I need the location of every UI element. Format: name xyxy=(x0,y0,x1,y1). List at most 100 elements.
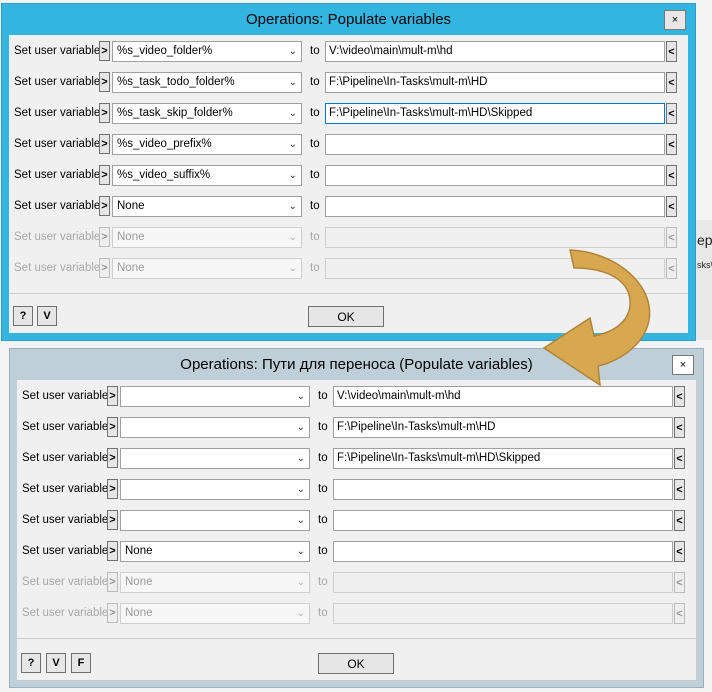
value-input[interactable]: F:\Pipeline\In-Tasks\mult-m\HD xyxy=(325,72,665,93)
chevron-down-icon: ⌄ xyxy=(288,170,297,181)
insert-left-button[interactable]: < xyxy=(674,417,685,438)
row-label: Set user variable xyxy=(14,200,101,212)
insert-left-button[interactable]: < xyxy=(666,196,677,217)
variable-row: Set user variable > %s_task_skip_folder%… xyxy=(9,99,688,130)
dialog-client-area: Set user variable > ⌄ to V:\video\main\m… xyxy=(17,380,696,680)
variable-select[interactable]: %s_video_prefix% ⌄ xyxy=(112,134,302,155)
insert-left-button[interactable]: < xyxy=(674,448,685,469)
value-input[interactable] xyxy=(325,134,665,155)
row-label: Set user variable xyxy=(14,45,101,57)
insert-right-button[interactable]: > xyxy=(107,417,118,437)
dialog-title: Operations: Пути для переноса (Populate … xyxy=(180,356,533,373)
insert-left-button[interactable]: < xyxy=(666,134,677,155)
to-label: to xyxy=(318,421,328,433)
variable-select[interactable]: None ⌄ xyxy=(112,196,302,217)
value-input xyxy=(333,603,673,624)
variable-row: Set user variable > ⌄ to F:\Pipeline\In-… xyxy=(17,444,696,475)
chevron-down-icon: ⌄ xyxy=(296,422,305,433)
chevron-down-icon: ⌄ xyxy=(288,263,297,274)
chevron-down-icon: ⌄ xyxy=(296,577,305,588)
v-button[interactable]: V xyxy=(46,653,66,673)
insert-left-button[interactable]: < xyxy=(666,103,677,124)
chevron-down-icon: ⌄ xyxy=(288,139,297,150)
help-button[interactable]: ? xyxy=(21,653,41,673)
insert-right-button[interactable]: > xyxy=(99,165,110,185)
insert-left-button[interactable]: < xyxy=(674,541,685,562)
row-label: Set user variable xyxy=(14,262,101,274)
value-input[interactable]: V:\video\main\mult-m\hd xyxy=(325,41,665,62)
select-value: None xyxy=(117,262,145,274)
variable-select[interactable]: ⌄ xyxy=(120,510,310,531)
chevron-down-icon: ⌄ xyxy=(288,77,297,88)
insert-right-button[interactable]: > xyxy=(99,103,110,123)
close-button[interactable]: × xyxy=(672,355,694,375)
chevron-down-icon: ⌄ xyxy=(296,546,305,557)
insert-right-button[interactable]: > xyxy=(107,510,118,530)
insert-left-button[interactable]: < xyxy=(666,165,677,186)
insert-right-button[interactable]: > xyxy=(99,72,110,92)
to-label: to xyxy=(318,607,328,619)
variable-select[interactable]: ⌄ xyxy=(120,448,310,469)
v-button[interactable]: V xyxy=(37,306,57,326)
select-value: None xyxy=(117,231,145,243)
insert-right-button[interactable]: > xyxy=(99,196,110,216)
value-input[interactable] xyxy=(333,479,673,500)
variable-row: Set user variable > ⌄ to F:\Pipeline\In-… xyxy=(17,413,696,444)
variable-select[interactable]: %s_task_todo_folder% ⌄ xyxy=(112,72,302,93)
insert-right-button[interactable]: > xyxy=(107,541,118,561)
row-label: Set user variable xyxy=(14,138,101,150)
insert-right-button[interactable]: > xyxy=(99,41,110,61)
variable-select[interactable]: ⌄ xyxy=(120,386,310,407)
insert-left-button[interactable]: < xyxy=(666,72,677,93)
value-input-focused[interactable]: F:\Pipeline\In-Tasks\mult-m\HD\Skipped xyxy=(325,103,665,124)
variable-select[interactable]: ⌄ xyxy=(120,417,310,438)
row-label: Set user variable xyxy=(14,76,101,88)
insert-right-button[interactable]: > xyxy=(107,479,118,499)
row-label: Set user variable xyxy=(22,607,109,619)
variable-row: Set user variable > %s_video_suffix% ⌄ to… xyxy=(9,161,688,192)
value-input[interactable] xyxy=(325,165,665,186)
to-label: to xyxy=(310,262,320,274)
value-input[interactable] xyxy=(333,510,673,531)
close-button[interactable]: × xyxy=(664,10,686,30)
insert-left-button: < xyxy=(674,572,685,593)
value-input[interactable] xyxy=(333,541,673,562)
insert-left-button[interactable]: < xyxy=(674,510,685,531)
to-label: to xyxy=(310,138,320,150)
to-label: to xyxy=(318,452,328,464)
to-label: to xyxy=(318,576,328,588)
to-label: to xyxy=(310,200,320,212)
variable-row: Set user variable > %s_video_prefix% ⌄ to… xyxy=(9,130,688,161)
insert-right-button[interactable]: > xyxy=(107,386,118,406)
value-input[interactable]: F:\Pipeline\In-Tasks\mult-m\HD xyxy=(333,417,673,438)
variable-select[interactable]: ⌄ xyxy=(120,479,310,500)
insert-left-button[interactable]: < xyxy=(674,386,685,407)
row-label: Set user variable xyxy=(22,545,109,557)
variable-select[interactable]: %s_video_folder% ⌄ xyxy=(112,41,302,62)
help-button[interactable]: ? xyxy=(13,306,33,326)
f-button[interactable]: F xyxy=(71,653,91,673)
insert-left-button[interactable]: < xyxy=(674,479,685,500)
variable-select[interactable]: None ⌄ xyxy=(120,541,310,562)
ok-button[interactable]: OK xyxy=(318,653,394,674)
ok-button[interactable]: OK xyxy=(308,306,384,327)
insert-right-button[interactable]: > xyxy=(107,448,118,468)
chevron-down-icon: ⌄ xyxy=(288,232,297,243)
variable-select[interactable]: %s_task_skip_folder% ⌄ xyxy=(112,103,302,124)
variable-row-disabled: Set user variable > None ⌄ to < xyxy=(17,568,696,599)
row-label: Set user variable xyxy=(14,231,101,243)
variable-row: Set user variable > None ⌄ to < xyxy=(17,537,696,568)
chevron-down-icon: ⌄ xyxy=(296,608,305,619)
variable-select[interactable]: %s_video_suffix% ⌄ xyxy=(112,165,302,186)
value-input[interactable]: F:\Pipeline\In-Tasks\mult-m\HD\Skipped xyxy=(333,448,673,469)
background-text-fragment: ep xyxy=(697,232,712,248)
variable-row: Set user variable > ⌄ to < xyxy=(17,506,696,537)
to-label: to xyxy=(310,45,320,57)
insert-right-button[interactable]: > xyxy=(99,134,110,154)
to-label: to xyxy=(318,545,328,557)
value-input[interactable] xyxy=(325,196,665,217)
insert-left-button[interactable]: < xyxy=(666,41,677,62)
variable-row: Set user variable > %s_video_folder% ⌄ to… xyxy=(9,37,688,68)
value-input xyxy=(333,572,673,593)
row-label: Set user variable xyxy=(22,483,109,495)
